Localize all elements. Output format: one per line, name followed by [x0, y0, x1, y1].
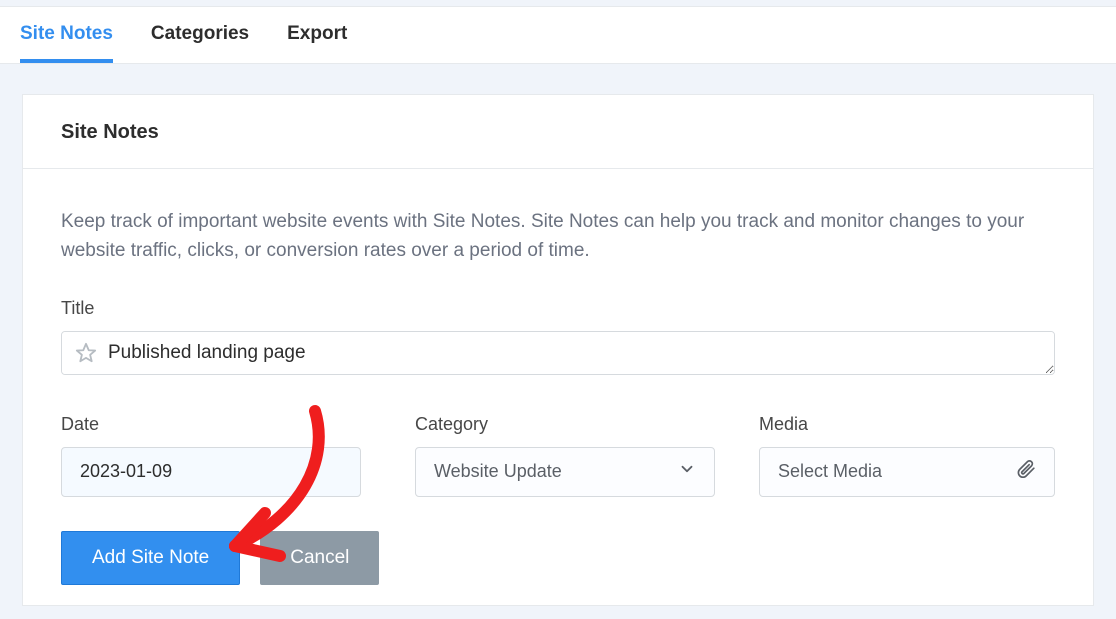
paperclip-icon: [1016, 459, 1036, 484]
media-column: Media Select Media: [759, 414, 1055, 497]
title-input[interactable]: [61, 331, 1055, 375]
field-row: Date 2023-01-09 Category Website Update: [61, 414, 1055, 497]
media-label: Media: [759, 414, 1055, 435]
date-input[interactable]: 2023-01-09: [61, 447, 361, 497]
title-field-wrap: [61, 331, 1055, 380]
date-label: Date: [61, 414, 361, 435]
media-value: Select Media: [778, 461, 882, 482]
panel-title: Site Notes: [61, 121, 1055, 144]
media-select[interactable]: Select Media: [759, 447, 1055, 497]
date-value: 2023-01-09: [80, 461, 172, 482]
category-column: Category Website Update: [415, 414, 715, 497]
category-select[interactable]: Website Update: [415, 447, 715, 497]
cancel-button[interactable]: Cancel: [260, 531, 379, 585]
tab-categories[interactable]: Categories: [151, 7, 249, 63]
date-column: Date 2023-01-09: [61, 414, 361, 497]
add-site-note-button[interactable]: Add Site Note: [61, 531, 240, 585]
category-label: Category: [415, 414, 715, 435]
site-notes-panel: Site Notes Keep track of important websi…: [22, 94, 1094, 606]
tab-site-notes[interactable]: Site Notes: [20, 7, 113, 63]
panel-body: Keep track of important website events w…: [23, 169, 1093, 605]
panel-header: Site Notes: [23, 95, 1093, 169]
button-row: Add Site Note Cancel: [61, 531, 1055, 585]
title-label: Title: [61, 298, 1055, 319]
tab-bar: Site Notes Categories Export: [0, 6, 1116, 64]
panel-description: Keep track of important website events w…: [61, 207, 1055, 266]
category-value: Website Update: [434, 461, 562, 482]
chevron-down-icon: [678, 460, 696, 483]
content-area: Site Notes Keep track of important websi…: [0, 64, 1116, 606]
star-icon[interactable]: [75, 342, 97, 369]
tab-export[interactable]: Export: [287, 7, 347, 63]
